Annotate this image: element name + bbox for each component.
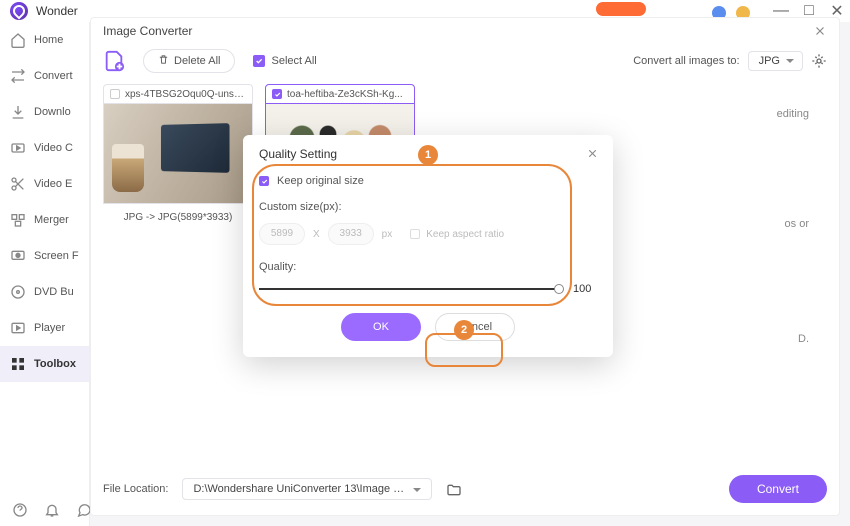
- keep-original-checkbox[interactable]: [259, 176, 269, 186]
- sidebar-bottom: [0, 502, 89, 518]
- thumbnail-caption: JPG -> JPG(5899*3933): [103, 204, 253, 223]
- callout-badge-1: 1: [418, 145, 438, 165]
- format-select[interactable]: JPG: [748, 51, 803, 71]
- merge-icon: [10, 212, 26, 228]
- help-icon[interactable]: [12, 502, 28, 518]
- upgrade-pill[interactable]: [596, 2, 646, 16]
- sidebar-item-screen-recorder[interactable]: Screen F: [0, 238, 89, 274]
- toolbar-right: Convert all images to: JPG: [633, 51, 827, 71]
- keep-original-label: Keep original size: [277, 175, 364, 187]
- sidebar-item-label: Convert: [34, 70, 73, 82]
- scissors-icon: [10, 176, 26, 192]
- thumbnail-filename: toa-heftiba-Ze3cKSh-Kg...: [287, 89, 403, 100]
- toolbar: Delete All Select All Convert all images…: [91, 46, 839, 76]
- home-icon: [10, 32, 26, 48]
- delete-all-label: Delete All: [174, 55, 220, 67]
- x-label: X: [313, 229, 320, 240]
- play-icon: [10, 320, 26, 336]
- compress-icon: [10, 140, 26, 156]
- sidebar-item-label: Player: [34, 322, 65, 334]
- custom-size-row: 5899 X 3933 px Keep aspect ratio: [259, 223, 597, 245]
- sidebar-item-converter[interactable]: Convert: [0, 58, 89, 94]
- footer: File Location: D:\Wondershare UniConvert…: [103, 475, 827, 503]
- background-text: editing: [777, 108, 809, 120]
- cancel-button[interactable]: Cancel: [435, 313, 515, 341]
- convert-icon: [10, 68, 26, 84]
- convert-button[interactable]: Convert: [729, 475, 827, 503]
- sidebar-item-merger[interactable]: Merger: [0, 202, 89, 238]
- window-close-icon[interactable]: ✕: [830, 4, 844, 18]
- quality-label: Quality:: [259, 261, 597, 273]
- file-location-value: D:\Wondershare UniConverter 13\Image Out…: [193, 483, 426, 495]
- thumbnail-checkbox[interactable]: [110, 89, 120, 99]
- custom-size-label: Custom size(px):: [259, 201, 597, 213]
- record-icon: [10, 248, 26, 264]
- sidebar-item-label: Merger: [34, 214, 69, 226]
- select-all-label: Select All: [271, 55, 316, 67]
- sidebar-item-downloader[interactable]: Downlo: [0, 94, 89, 130]
- modal-close-icon[interactable]: [586, 147, 599, 165]
- sidebar-item-toolbox[interactable]: Toolbox: [0, 346, 89, 382]
- sidebar-item-label: Video C: [34, 142, 73, 154]
- quality-slider[interactable]: [259, 288, 559, 290]
- disc-icon: [10, 284, 26, 300]
- keep-aspect-ratio[interactable]: Keep aspect ratio: [410, 229, 504, 240]
- toolbox-icon: [10, 356, 26, 372]
- panel-close-icon[interactable]: [813, 24, 827, 43]
- keep-original-row[interactable]: Keep original size: [259, 175, 597, 187]
- convert-all-label: Convert all images to:: [633, 55, 739, 67]
- sidebar-item-dvd-burner[interactable]: DVD Bu: [0, 274, 89, 310]
- quality-slider-row: 100: [259, 283, 597, 295]
- file-location-select[interactable]: D:\Wondershare UniConverter 13\Image Out…: [182, 478, 432, 500]
- ok-button[interactable]: OK: [341, 313, 421, 341]
- quality-value: 100: [573, 283, 597, 295]
- sidebar-item-label: Screen F: [34, 250, 79, 262]
- thumbnail-filename: xps-4TBSG2Oqu0Q-unspl...: [125, 89, 246, 100]
- slider-thumb[interactable]: [554, 284, 564, 294]
- thumbnail-header: xps-4TBSG2Oqu0Q-unspl...: [103, 84, 253, 104]
- open-folder-icon[interactable]: [446, 482, 462, 496]
- thumbnail-image[interactable]: [103, 104, 253, 204]
- sidebar-item-video-editor[interactable]: Video E: [0, 166, 89, 202]
- add-file-icon[interactable]: [103, 50, 125, 72]
- sidebar-item-home[interactable]: Home: [0, 22, 89, 58]
- thumbnail-checkbox[interactable]: [272, 89, 282, 99]
- sidebar-item-label: Toolbox: [34, 358, 76, 370]
- gear-icon[interactable]: [811, 53, 827, 69]
- modal-actions: OK Cancel: [243, 295, 613, 341]
- aspect-label: Keep aspect ratio: [426, 229, 504, 240]
- checkbox-icon: [253, 55, 265, 67]
- sidebar-item-label: Downlo: [34, 106, 71, 118]
- quality-setting-modal: Quality Setting Keep original size Custo…: [243, 135, 613, 357]
- panel-title: Image Converter: [103, 24, 192, 38]
- trash-icon: [158, 54, 169, 68]
- background-text: D.: [798, 333, 809, 345]
- format-value: JPG: [759, 55, 780, 67]
- modal-body: Keep original size Custom size(px): 5899…: [243, 171, 613, 295]
- file-location-label: File Location:: [103, 483, 168, 495]
- width-input[interactable]: 5899: [259, 223, 305, 245]
- app-logo-icon: [10, 2, 28, 20]
- callout-badge-2: 2: [454, 320, 474, 340]
- px-label: px: [382, 229, 393, 240]
- select-all-checkbox[interactable]: Select All: [253, 55, 316, 67]
- aspect-checkbox[interactable]: [410, 229, 420, 239]
- sidebar-item-player[interactable]: Player: [0, 310, 89, 346]
- window-maximize-icon[interactable]: □: [802, 4, 816, 18]
- bell-icon[interactable]: [44, 502, 60, 518]
- background-text: os or: [785, 218, 809, 230]
- sidebar-item-video-compressor[interactable]: Video C: [0, 130, 89, 166]
- sidebar: Home Convert Downlo Video C Video E Merg…: [0, 22, 90, 526]
- delete-all-button[interactable]: Delete All: [143, 49, 235, 73]
- brand-label: Wonder: [36, 4, 78, 18]
- window-minimize-icon[interactable]: —: [774, 4, 788, 18]
- thumbnail-card[interactable]: xps-4TBSG2Oqu0Q-unspl... JPG -> JPG(5899…: [103, 84, 253, 223]
- download-icon: [10, 104, 26, 120]
- sidebar-item-label: Home: [34, 34, 63, 46]
- thumbnail-header: toa-heftiba-Ze3cKSh-Kg...: [265, 84, 415, 104]
- sidebar-item-label: Video E: [34, 178, 72, 190]
- height-input[interactable]: 3933: [328, 223, 374, 245]
- sidebar-item-label: DVD Bu: [34, 286, 74, 298]
